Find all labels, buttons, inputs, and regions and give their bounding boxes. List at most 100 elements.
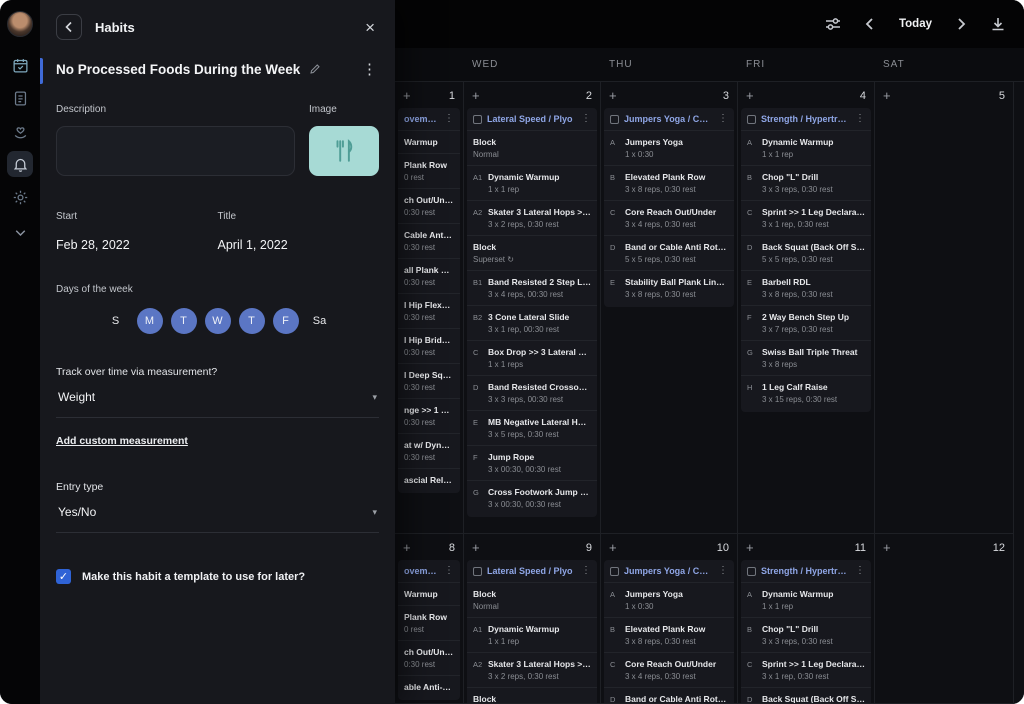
workout-title[interactable]: ovement Q... (404, 114, 439, 124)
exercise-row[interactable]: DBack Squat (Back Off Set)5 x 5 reps, 0:… (741, 235, 871, 270)
add-workout-button[interactable]: + (609, 543, 617, 553)
close-icon[interactable]: × (361, 17, 379, 38)
add-workout-button[interactable]: + (883, 91, 891, 101)
add-custom-measurement-link[interactable]: Add custom measurement (56, 435, 188, 447)
avatar[interactable] (7, 11, 33, 37)
description-input[interactable] (56, 126, 295, 176)
exercise-row[interactable]: EMB Negative Lateral Hop...3 x 5 reps, 0… (467, 410, 597, 445)
exercise-row[interactable]: CCore Reach Out/Under3 x 4 reps, 0:30 re… (604, 200, 734, 235)
day-toggle[interactable]: F (273, 308, 299, 334)
day-toggle[interactable]: M (137, 308, 163, 334)
chevron-left-icon[interactable] (862, 16, 878, 32)
gear-icon[interactable] (7, 184, 33, 210)
exercise-row[interactable]: ADynamic Warmup1 x 1 rep (741, 130, 871, 165)
add-workout-button[interactable]: + (403, 91, 411, 101)
entry-type-select[interactable]: Yes/No ▾ (56, 493, 379, 533)
exercise-row[interactable]: F2 Way Bench Step Up3 x 7 reps, 0:30 res… (741, 305, 871, 340)
exercise-row[interactable]: FJump Rope3 x 00:30, 00:30 rest (467, 445, 597, 480)
exercise-row[interactable]: EBarbell RDL3 x 8 reps, 0:30 rest (741, 270, 871, 305)
add-workout-button[interactable]: + (883, 543, 891, 553)
start-date-value[interactable]: Feb 28, 2022 (56, 238, 218, 252)
exercise-row[interactable]: ADynamic Warmup1 x 1 rep (741, 582, 871, 617)
workout-title[interactable]: Jumpers Yoga / Core (624, 566, 713, 576)
block-row[interactable]: BlockSuperset ↻ (467, 235, 597, 270)
exercise-row[interactable]: ch Out/Under0:30 rest (398, 188, 460, 223)
back-button[interactable] (56, 14, 82, 40)
workout-title[interactable]: ovement Q... (404, 566, 439, 576)
kebab-menu-icon[interactable]: ⋮ (855, 114, 865, 124)
exercise-row[interactable]: H1 Leg Calf Raise3 x 15 reps, 0:30 rest (741, 375, 871, 410)
block-row[interactable]: BlockNormal (467, 130, 597, 165)
exercise-row[interactable]: CSprint >> 1 Leg Declarations3 x 1 rep, … (741, 652, 871, 687)
exercise-row[interactable]: able Anti-Rotati... (398, 675, 460, 698)
add-workout-button[interactable]: + (472, 543, 480, 553)
chevron-right-icon[interactable] (953, 16, 969, 32)
exercise-row[interactable]: Warmup (398, 582, 460, 605)
filter-sliders-icon[interactable] (825, 16, 841, 32)
exercise-row[interactable]: DBand or Cable Anti Rotati...5 x 5 reps,… (604, 235, 734, 270)
exercise-row[interactable]: AJumpers Yoga1 x 0:30 (604, 582, 734, 617)
template-checkbox[interactable]: ✓ (56, 569, 71, 584)
exercise-row[interactable]: A1Dynamic Warmup1 x 1 rep (467, 165, 597, 200)
workout-checkbox[interactable] (747, 115, 756, 124)
exercise-row[interactable]: Plank Row0 rest (398, 605, 460, 640)
exercise-row[interactable]: B23 Cone Lateral Slide3 x 1 rep, 00:30 r… (467, 305, 597, 340)
measurement-select[interactable]: Weight ▾ (56, 378, 379, 418)
workout-checkbox[interactable] (610, 115, 619, 124)
calendar-icon[interactable] (7, 52, 33, 78)
day-toggle[interactable]: T (171, 308, 197, 334)
workout-title[interactable]: Strength / Hypertro... (761, 114, 850, 124)
exercise-row[interactable]: DBand Resisted Crossover...3 x 3 reps, 0… (467, 375, 597, 410)
workout-title[interactable]: Jumpers Yoga / Core (624, 114, 713, 124)
workout-title[interactable]: Lateral Speed / Plyo (487, 114, 576, 124)
download-icon[interactable] (990, 16, 1006, 32)
exercise-row[interactable]: GSwiss Ball Triple Threat3 x 8 reps (741, 340, 871, 375)
kebab-menu-icon[interactable]: ⋮ (581, 114, 591, 124)
exercise-row[interactable]: A1Dynamic Warmup1 x 1 rep (467, 617, 597, 652)
bell-icon[interactable] (7, 151, 33, 177)
document-icon[interactable] (7, 85, 33, 111)
kebab-menu-icon[interactable]: ⋮ (718, 114, 728, 124)
exercise-row[interactable]: CCore Reach Out/Under3 x 4 reps, 0:30 re… (604, 652, 734, 687)
workout-checkbox[interactable] (473, 115, 482, 124)
exercise-row[interactable]: EStability Ball Plank Linear ...3 x 8 re… (604, 270, 734, 305)
habit-image-thumbnail[interactable] (309, 126, 379, 176)
exercise-row[interactable]: ascial Release C... (398, 468, 460, 491)
exercise-row[interactable]: nge >> 1 Leg St...0:30 rest (398, 398, 460, 433)
day-toggle[interactable]: W (205, 308, 231, 334)
exercise-row[interactable]: Plank Row0 rest (398, 153, 460, 188)
add-workout-button[interactable]: + (746, 91, 754, 101)
exercise-row[interactable]: A2Skater 3 Lateral Hops >> ...3 x 2 reps… (467, 652, 597, 687)
end-date-value[interactable]: April 1, 2022 (218, 238, 380, 252)
exercise-row[interactable]: CSprint >> 1 Leg Declarations3 x 1 rep, … (741, 200, 871, 235)
workout-title[interactable]: Lateral Speed / Plyo (487, 566, 576, 576)
exercise-row[interactable]: DBack Squat (Back Off Set) (741, 687, 871, 704)
add-workout-button[interactable]: + (746, 543, 754, 553)
exercise-row[interactable]: l Hip Bridge w/ ...0:30 rest (398, 328, 460, 363)
add-workout-button[interactable]: + (609, 91, 617, 101)
exercise-row[interactable]: BElevated Plank Row3 x 8 reps, 0:30 rest (604, 617, 734, 652)
exercise-row[interactable]: CBox Drop >> 3 Lateral H...1 x 1 reps (467, 340, 597, 375)
workout-title[interactable]: Strength / Hypertro... (761, 566, 850, 576)
exercise-row[interactable]: DBand or Cable Anti Rotati... (604, 687, 734, 704)
exercise-row[interactable]: at w/ Dynamic P...0:30 rest (398, 433, 460, 468)
workout-checkbox[interactable] (747, 567, 756, 576)
today-button[interactable]: Today (899, 18, 932, 30)
exercise-row[interactable]: BChop "L" Drill3 x 3 reps, 0:30 rest (741, 165, 871, 200)
exercise-row[interactable]: all Plank Linear ...0:30 rest (398, 258, 460, 293)
exercise-row[interactable]: B1Band Resisted 2 Step Late...3 x 4 reps… (467, 270, 597, 305)
exercise-row[interactable]: BChop "L" Drill3 x 3 reps, 0:30 rest (741, 617, 871, 652)
exercise-row[interactable]: l Hip Flexor Rais...0:30 rest (398, 293, 460, 328)
workout-checkbox[interactable] (610, 567, 619, 576)
kebab-menu-icon[interactable]: ⋮ (855, 566, 865, 576)
exercise-row[interactable]: l Deep Squat Mo...0:30 rest (398, 363, 460, 398)
block-row[interactable]: Block (467, 687, 597, 704)
exercise-row[interactable]: Cable Anti-Rotati...0:30 rest (398, 223, 460, 258)
kebab-menu-icon[interactable]: ⋮ (444, 114, 454, 124)
heart-hands-icon[interactable] (7, 118, 33, 144)
kebab-menu-icon[interactable]: ⋮ (360, 60, 379, 78)
exercise-row[interactable]: BElevated Plank Row3 x 8 reps, 0:30 rest (604, 165, 734, 200)
day-toggle[interactable]: S (103, 315, 129, 327)
block-row[interactable]: BlockNormal (467, 582, 597, 617)
exercise-row[interactable]: A2Skater 3 Lateral Hops >> ...3 x 2 reps… (467, 200, 597, 235)
